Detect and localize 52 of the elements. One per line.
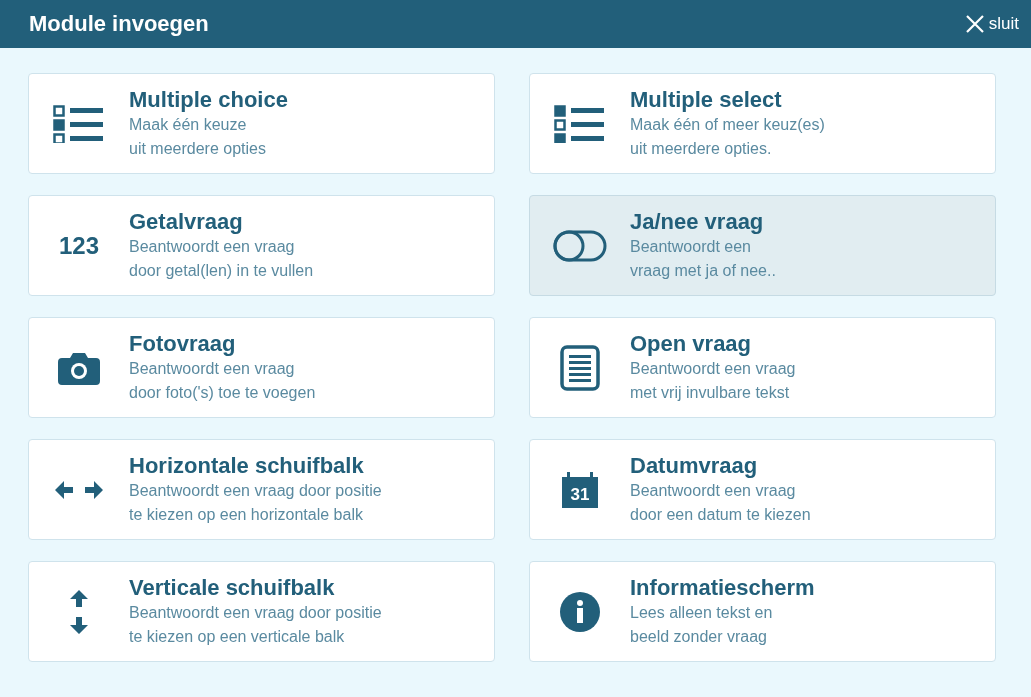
toggle-icon	[553, 229, 607, 262]
close-button[interactable]: sluit	[964, 14, 1019, 34]
module-description: uit meerdere opties	[129, 138, 267, 159]
module-title: Datumvraag	[630, 452, 759, 479]
module-card[interactable]: Open vraag Beantwoordt een vraag met vrij invulbare tekst	[529, 317, 996, 418]
camera-icon	[58, 350, 100, 385]
module-title: Informatiescherm	[630, 574, 815, 601]
module-description: Beantwoordt een vraag door positie	[129, 480, 382, 501]
module-title: Fotovraag	[129, 330, 237, 357]
module-card[interactable]: Multiple select Maak één of meer keuz(es) uit meerdere opties.	[529, 73, 996, 174]
module-description: Beantwoordt een	[630, 236, 752, 257]
module-title: Open vraag	[630, 330, 753, 357]
module-description: Lees alleen tekst en	[630, 602, 774, 623]
number-icon: 123	[58, 231, 99, 260]
module-description: Beantwoordt een vraag	[129, 358, 296, 379]
module-description: door een datum te kiezen	[630, 504, 811, 525]
module-title: Multiple select	[630, 86, 783, 113]
module-title: Ja/nee vraag	[630, 208, 765, 235]
list-icon	[53, 104, 105, 143]
module-description: Beantwoordt een vraag door positie	[129, 602, 382, 623]
module-description: vraag met ja of nee..	[630, 260, 776, 281]
module-description: te kiezen op een verticale balk	[129, 626, 346, 647]
module-card[interactable]: Fotovraag Beantwoordt een vraag door foto('s) toe te voegen	[28, 317, 495, 418]
module-card[interactable]: Ja/nee vraag Beantwoordt een vraag met ja of nee..	[529, 195, 996, 296]
module-description: beeld zonder vraag	[630, 626, 768, 647]
module-title: Horizontale schuifbalk	[129, 452, 365, 479]
module-card[interactable]: Multiple choice Maak één keuze uit meerdere opties	[28, 73, 495, 174]
module-description: Beantwoordt een vraag	[129, 236, 296, 257]
module-card[interactable]: 31 Datumvraag Beantwoordt een vraag door een datum te kiezen	[529, 439, 996, 540]
module-card[interactable]: 123 Getalvraag Beantwoordt een vraag door getal(len) in te vullen	[28, 195, 495, 296]
module-card[interactable]: Informatiescherm Lees alleen tekst en beeld zonder vraag	[529, 561, 996, 662]
module-title: Multiple choice	[129, 86, 288, 113]
vertical-arrows-icon	[70, 589, 88, 634]
module-description: te kiezen op een horizontale balk	[129, 504, 364, 525]
list-icon	[554, 104, 606, 143]
module-description: met vrij invulbare tekst	[630, 382, 791, 403]
module-description: Maak één of meer keuz(es)	[630, 114, 825, 135]
module-description: Beantwoordt een vraag	[630, 480, 797, 501]
info-icon	[560, 591, 600, 632]
module-description: uit meerdere opties.	[630, 138, 773, 159]
module-title: Getalvraag	[129, 208, 244, 235]
close-icon	[964, 14, 985, 34]
dialog-title: Module invoegen	[29, 11, 209, 37]
horizontal-arrows-icon	[55, 480, 103, 499]
module-card[interactable]: Horizontale schuifbalk Beantwoordt een vraag door positie te kiezen op een horizontale balk	[28, 439, 495, 540]
document-icon	[560, 344, 600, 391]
module-card[interactable]: Verticale schuifbalk Beantwoordt een vraag door positie te kiezen op een verticale balk	[28, 561, 495, 662]
module-title: Verticale schuifbalk	[129, 574, 336, 601]
module-description: door getal(len) in te vullen	[129, 260, 314, 281]
module-description: Maak één keuze	[129, 114, 248, 135]
module-description: Beantwoordt een vraag	[630, 358, 796, 379]
module-description: door foto('s) toe te voegen	[129, 382, 316, 403]
